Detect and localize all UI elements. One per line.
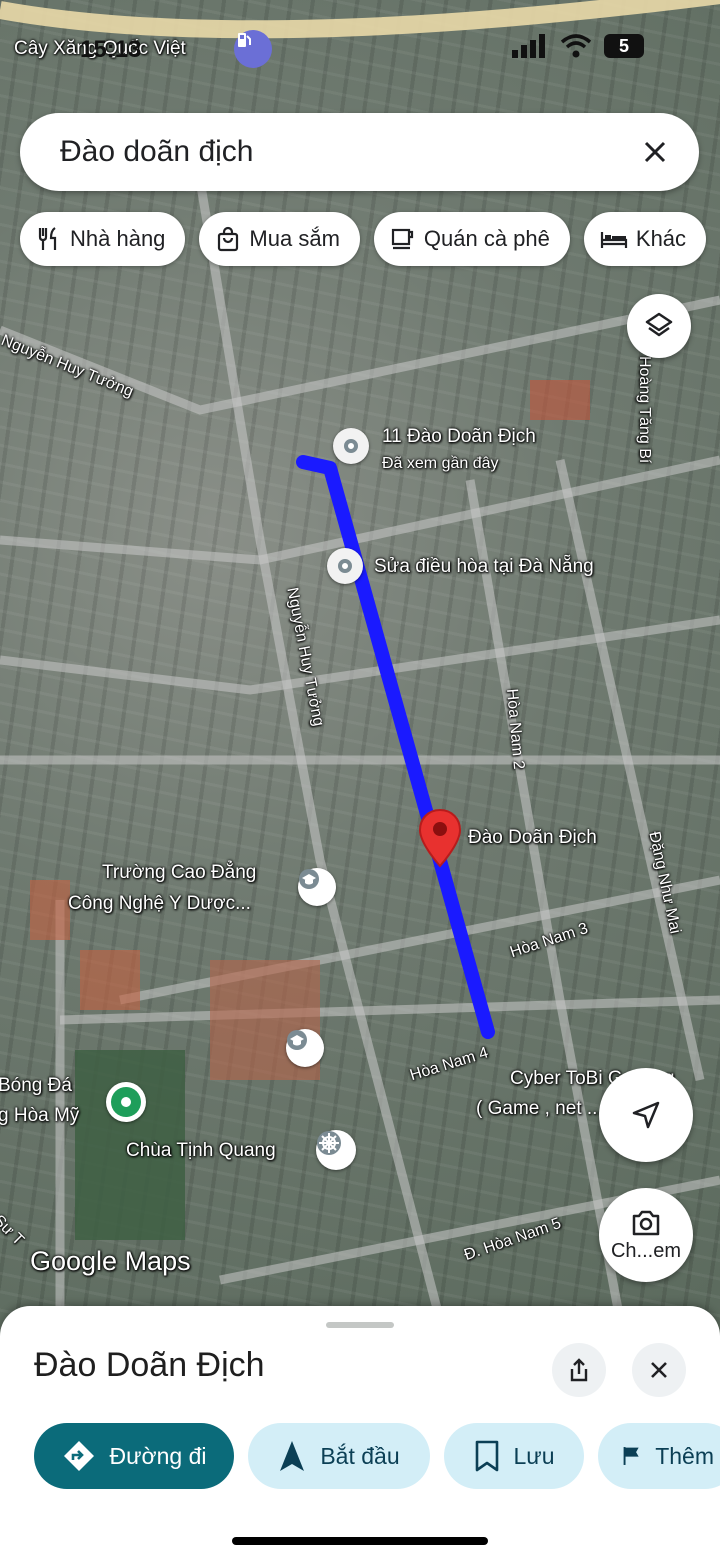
coffee-cup-icon	[391, 228, 414, 250]
home-indicator[interactable]	[232, 1537, 488, 1545]
chip-label: Quán cà phê	[423, 226, 550, 251]
chip-label: Nhà hàng	[70, 226, 166, 251]
navigation-arrow-icon	[280, 1441, 305, 1471]
chip-hotels[interactable]: Khác	[583, 212, 707, 266]
action-label: Thêm	[655, 1442, 714, 1469]
chip-label: Khác	[635, 226, 687, 251]
graduation-cap-icon[interactable]	[286, 1029, 324, 1067]
google-maps-watermark: Google Maps	[30, 1246, 191, 1276]
my-location-button[interactable]	[599, 1068, 693, 1162]
action-buttons: Đường đi Bắt đầu Lưu Thêm	[34, 1423, 720, 1489]
shopping-bag-icon	[218, 226, 239, 252]
sheet-drag-handle[interactable]	[326, 1322, 394, 1328]
action-label: Đường đi	[109, 1442, 207, 1469]
selected-location-label[interactable]: Đào Doãn Địch	[468, 827, 597, 849]
battery-level: 5	[618, 35, 629, 56]
place-label[interactable]: Chùa Tịnh Quang	[126, 1140, 276, 1162]
navigation-arrow-icon	[632, 1101, 660, 1129]
place-label[interactable]: Trường Cao Đẳng	[102, 862, 256, 884]
place-label[interactable]: Sửa điều hòa tại Đà Nẵng	[374, 556, 594, 578]
status-time: 15:13	[80, 36, 142, 63]
search-query[interactable]: Đào doãn địch	[60, 135, 639, 169]
directions-icon	[63, 1441, 94, 1471]
share-icon	[570, 1358, 588, 1382]
place-bottom-sheet[interactable]: Đào Doãn Địch Đường đi Bắt đầu Lưu Thêm	[0, 1306, 720, 1560]
place-pin-icon[interactable]	[333, 428, 369, 464]
bed-icon	[600, 232, 627, 248]
place-label[interactable]: g Hòa Mỹ	[0, 1105, 79, 1127]
chip-shopping[interactable]: Mua sắm	[199, 212, 360, 266]
graduation-cap-icon[interactable]	[298, 868, 336, 906]
status-bar: 15:13 5	[0, 28, 720, 68]
place-label[interactable]: ( Game , net ...	[476, 1098, 603, 1120]
layers-button[interactable]	[627, 294, 691, 358]
fork-knife-icon	[38, 227, 57, 250]
wifi-icon	[560, 34, 592, 63]
directions-button[interactable]: Đường đi	[34, 1423, 234, 1489]
action-label: Lưu	[513, 1442, 555, 1469]
place-label[interactable]: Bóng Đá	[0, 1075, 72, 1097]
street-label: Hoàng Tăng Bí	[636, 356, 653, 464]
battery-icon: 5	[604, 34, 644, 58]
action-label: Bắt đầu	[320, 1442, 400, 1469]
place-label[interactable]: Công Nghệ Y Dược...	[68, 893, 251, 915]
dharma-wheel-icon[interactable]	[316, 1130, 356, 1170]
close-icon[interactable]	[639, 136, 671, 168]
more-button[interactable]: Thêm	[598, 1423, 720, 1489]
place-label[interactable]: 11 Đào Doãn Địch	[382, 426, 536, 448]
chip-label: Mua sắm	[249, 226, 340, 251]
layers-icon	[645, 312, 673, 337]
category-chips: Nhà hàng Mua sắm Quán cà phê Khác	[20, 212, 707, 266]
place-sublabel: Đã xem gần đây	[382, 455, 499, 472]
close-icon	[651, 1362, 667, 1378]
place-title: Đào Doãn Địch	[34, 1346, 265, 1384]
start-button[interactable]: Bắt đầu	[248, 1423, 430, 1489]
signal-icon	[512, 34, 546, 63]
camera-button[interactable]: Ch...em	[599, 1188, 693, 1282]
flag-icon	[623, 1447, 639, 1465]
share-button[interactable]	[552, 1343, 606, 1397]
park-pin-icon[interactable]	[106, 1082, 146, 1122]
place-pin-icon[interactable]	[327, 548, 363, 584]
bookmark-icon	[475, 1440, 498, 1472]
camera-label: Ch...em	[610, 1239, 682, 1262]
search-bar[interactable]: Đào doãn địch	[20, 113, 699, 191]
camera-icon	[632, 1210, 660, 1235]
close-sheet-button[interactable]	[632, 1343, 686, 1397]
chip-cafes[interactable]: Quán cà phê	[373, 212, 570, 266]
save-button[interactable]: Lưu	[444, 1423, 584, 1489]
chip-restaurants[interactable]: Nhà hàng	[20, 212, 186, 266]
